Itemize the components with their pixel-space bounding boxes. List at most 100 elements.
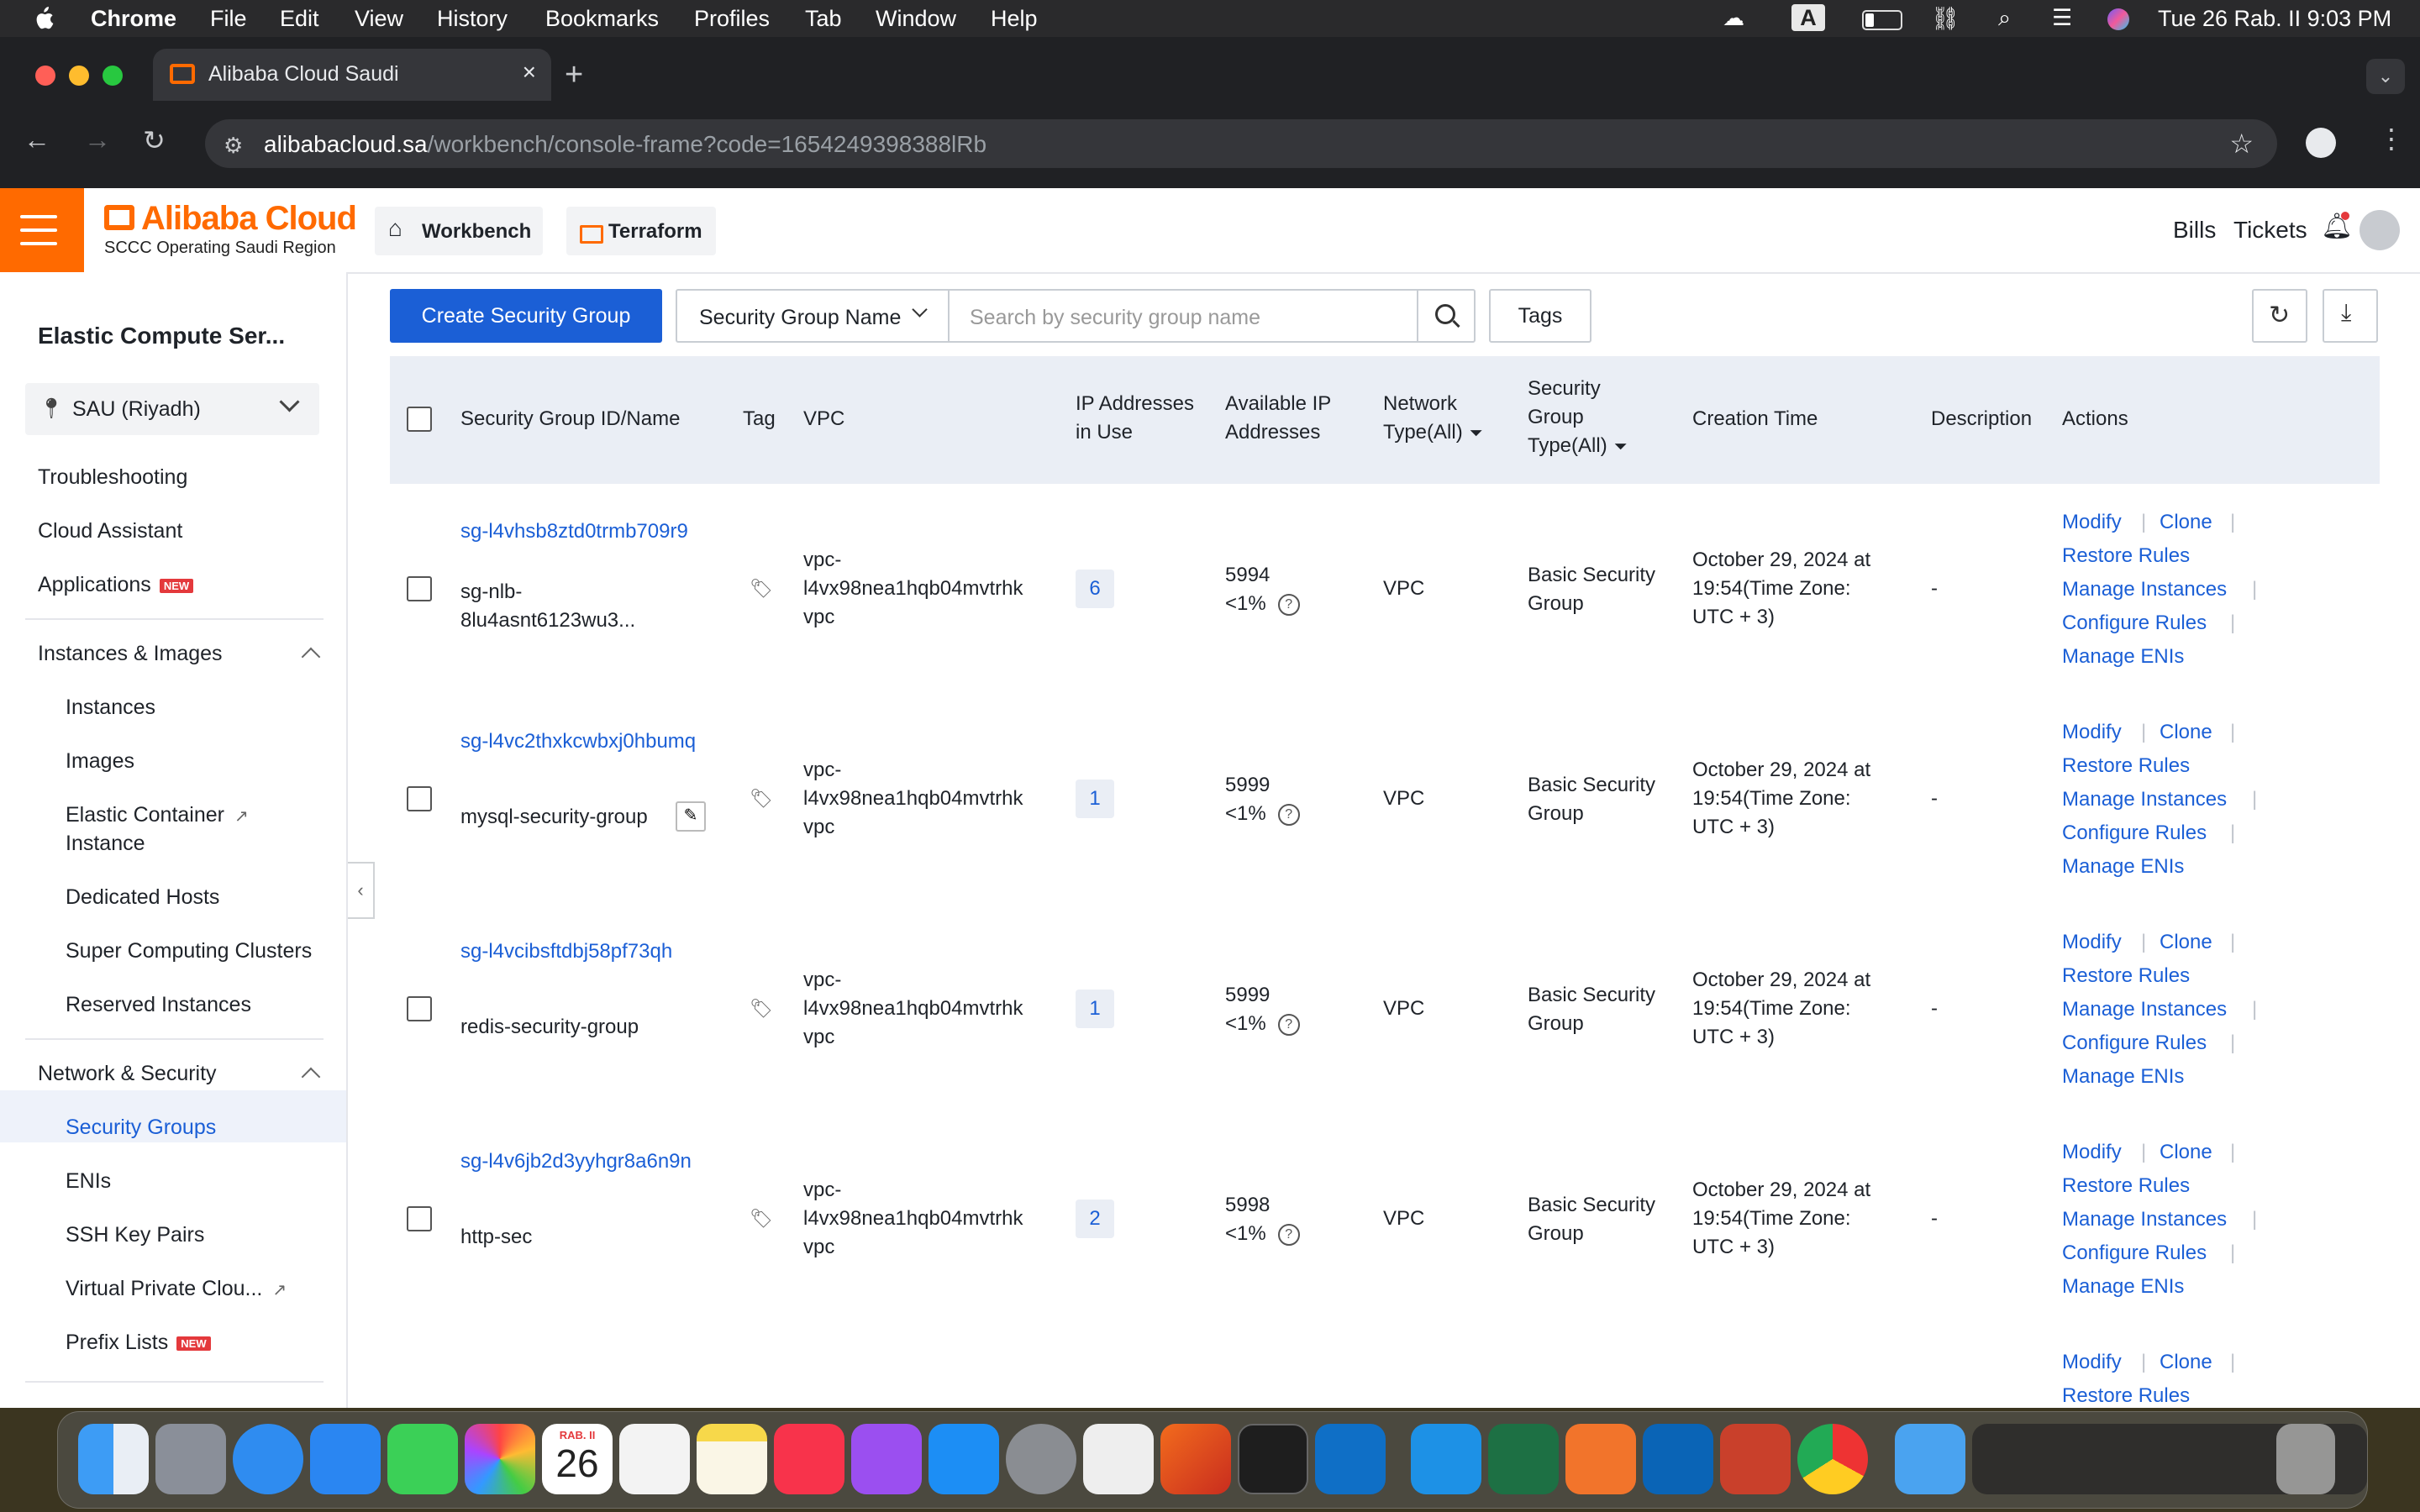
help-icon[interactable]: ? [1277,1223,1300,1246]
clone-link[interactable]: Clone [2160,931,2212,954]
col-sg-type[interactable]: Security Group Type(All) ⏷ [1528,375,1628,461]
filter-field-select[interactable]: Security Group Name [676,289,950,343]
sidebar-item-applications[interactable]: Applications NEW [38,573,194,597]
menubar-clock[interactable]: Tue 26 Rab. II 9:03 PM [2158,6,2391,32]
back-icon[interactable]: ← [24,124,50,155]
configure-rules-link[interactable]: Configure Rules [2062,612,2207,635]
workbench-button[interactable]: ⌂ Workbench [375,207,543,255]
row-checkbox[interactable] [407,996,432,1021]
chrome-icon[interactable] [1797,1424,1868,1494]
filter-funnel-icon[interactable]: ⏷ [1614,438,1628,456]
vscode-icon[interactable] [1315,1424,1386,1494]
podcasts-icon[interactable] [851,1424,922,1494]
configure-rules-link[interactable]: Configure Rules [2062,1032,2207,1055]
sg-id-link[interactable]: sg-l4vcibsftdbj58pf73qh [460,937,672,966]
tag-icon[interactable]: 🏷︎ [750,998,773,1020]
spotlight-search-icon[interactable]: ⌕ [1998,5,2011,32]
forward-icon[interactable]: → [84,124,111,155]
manage-instances-link[interactable]: Manage Instances [2062,998,2227,1021]
row-checkbox[interactable] [407,1206,432,1231]
sg-id-link[interactable]: sg-l4vhsb8ztd0trmb709r9 [460,517,688,546]
menu-view[interactable]: View [355,6,403,32]
safari-icon[interactable] [233,1424,303,1494]
create-security-group-button[interactable]: Create Security Group [390,289,662,343]
docker-icon[interactable] [1411,1424,1481,1494]
modify-link[interactable]: Modify [2062,511,2122,534]
sidebar-item-eci-line2[interactable]: Instance [66,832,145,856]
filter-funnel-icon[interactable]: ⏷ [1470,424,1483,443]
refresh-button[interactable]: ↻ [2252,289,2307,343]
ip-count-badge[interactable]: 2 [1076,1200,1114,1238]
new-tab-icon[interactable]: + [565,57,583,93]
tags-button[interactable]: Tags [1489,289,1591,343]
sidebar-item-security-groups[interactable]: Security Groups [66,1116,216,1140]
sidebar-item-troubleshooting[interactable]: Troubleshooting [38,465,187,490]
trash-icon[interactable] [2276,1424,2335,1494]
export-button[interactable]: ⤓ [2323,289,2378,343]
link-icon[interactable]: ⛓ [1931,5,1960,32]
menu-tab[interactable]: Tab [805,6,842,32]
pencil-app-icon[interactable] [1565,1424,1636,1494]
sidebar-item-reserved-instances[interactable]: Reserved Instances [66,993,251,1017]
outlook-icon[interactable] [1643,1424,1713,1494]
modify-link[interactable]: Modify [2062,1141,2122,1164]
sidebar-item-enis[interactable]: ENIs [66,1169,111,1194]
clone-link[interactable]: Clone [2160,1351,2212,1374]
window-close-button[interactable] [35,66,55,86]
sidebar-item-dedicated-hosts[interactable]: Dedicated Hosts [66,885,219,910]
sg-id-link[interactable]: sg-l4vc2thxkcwbxj0hbumq [460,727,696,756]
sidebar-group-instances-images[interactable]: Instances & Images [38,642,223,666]
menu-profiles[interactable]: Profiles [694,6,770,32]
photos-icon[interactable] [465,1424,535,1494]
downloads-folder-icon[interactable] [1895,1424,1965,1494]
menu-app[interactable]: Chrome [91,6,176,32]
manage-enis-link[interactable]: Manage ENIs [2062,1065,2184,1089]
modify-link[interactable]: Modify [2062,931,2122,954]
sidebar-item-prefix-lists[interactable]: Prefix Lists NEW [66,1331,211,1355]
sidebar-item-vpc[interactable]: Virtual Private Clou... ↗ [66,1277,287,1301]
sidebar-item-images[interactable]: Images [66,749,134,774]
chrome-menu-icon[interactable]: ⋮ [2378,123,2405,155]
modify-link[interactable]: Modify [2062,721,2122,744]
edit-name-icon[interactable]: ✎ [676,801,706,832]
tag-icon[interactable]: 🏷︎ [750,578,773,600]
user-avatar[interactable] [2360,210,2400,250]
terminal-icon[interactable] [1238,1424,1308,1494]
address-bar[interactable]: ⚙ alibabacloud.sa/workbench/console-fram… [205,119,2277,168]
search-input[interactable]: Search by security group name [948,289,1418,343]
matlab-icon[interactable] [1160,1424,1231,1494]
sidebar-item-super-computing[interactable]: Super Computing Clusters [66,939,312,963]
window-minimize-button[interactable] [69,66,89,86]
calendar-icon[interactable]: RAB. II 26 [542,1424,613,1494]
clone-link[interactable]: Clone [2160,511,2212,534]
logo-text[interactable]: Alibaba Cloud [141,200,357,238]
search-button[interactable] [1417,289,1476,343]
powerpoint-icon[interactable] [1720,1424,1791,1494]
chevron-up-icon[interactable] [301,647,321,667]
app-store-icon[interactable] [929,1424,999,1494]
cast-icon[interactable]: ☁ [1723,5,1744,31]
restore-rules-link[interactable]: Restore Rules [2062,964,2190,988]
modify-link[interactable]: Modify [2062,1351,2122,1374]
restore-rules-link[interactable]: Restore Rules [2062,754,2190,778]
region-selector[interactable]: 📍︎ SAU (Riyadh) [25,383,319,435]
clone-link[interactable]: Clone [2160,721,2212,744]
help-icon[interactable]: ? [1277,593,1300,616]
help-icon[interactable]: ? [1277,803,1300,826]
restore-rules-link[interactable]: Restore Rules [2062,1174,2190,1198]
manage-instances-link[interactable]: Manage Instances [2062,578,2227,601]
col-network-type[interactable]: Network Type(All) ⏷ [1383,390,1483,448]
manage-enis-link[interactable]: Manage ENIs [2062,855,2184,879]
apple-icon[interactable] [34,7,54,30]
menu-window[interactable]: Window [876,6,956,32]
messages-icon[interactable] [387,1424,458,1494]
input-source-indicator[interactable]: A [1791,4,1825,31]
notes-icon[interactable] [697,1424,767,1494]
launchpad-icon[interactable] [155,1424,226,1494]
restore-rules-link[interactable]: Restore Rules [2062,544,2190,568]
browser-tab[interactable]: Alibaba Cloud Saudi × [153,49,551,101]
row-checkbox[interactable] [407,786,432,811]
sidebar-collapse-button[interactable]: ‹ [348,862,375,919]
music-icon[interactable] [774,1424,844,1494]
window-zoom-button[interactable] [103,66,123,86]
